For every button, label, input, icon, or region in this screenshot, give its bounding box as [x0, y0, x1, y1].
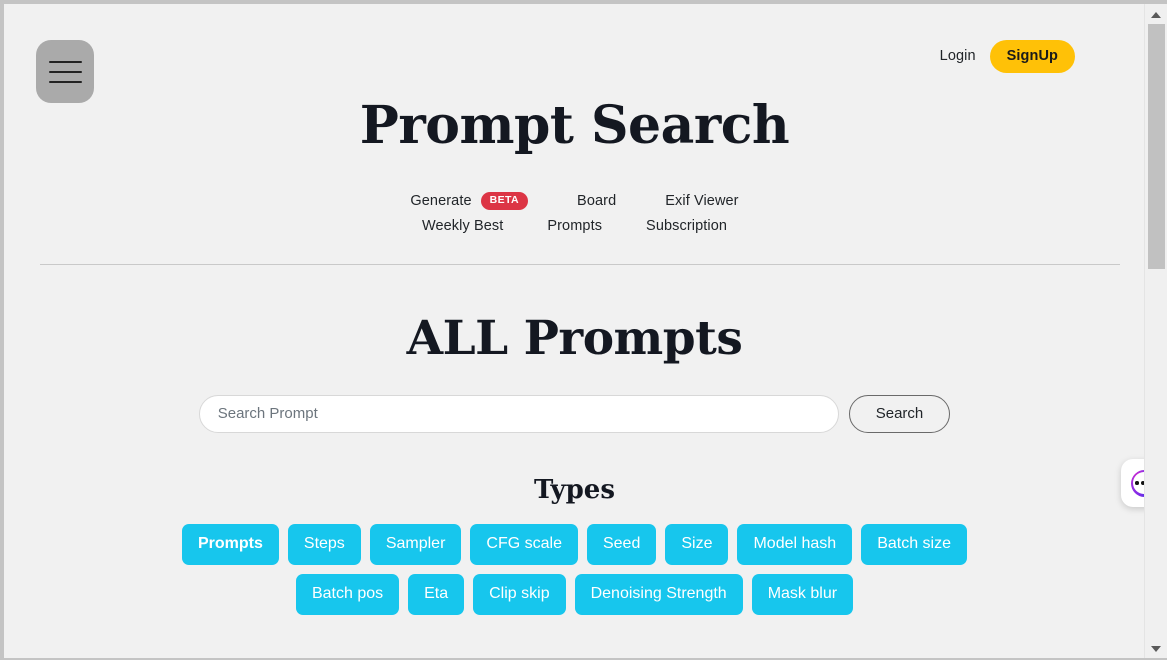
hamburger-icon-bar: [48, 70, 82, 73]
types-heading: Types: [534, 474, 615, 505]
signup-button[interactable]: SignUp: [989, 40, 1075, 73]
type-filter-steps[interactable]: Steps: [287, 523, 361, 565]
scrollbar-thumb[interactable]: [1148, 24, 1165, 269]
scroll-down-arrow-icon[interactable]: [1145, 640, 1167, 658]
type-filter-batch-pos[interactable]: Batch pos: [295, 573, 400, 615]
nav-item-exif-viewer[interactable]: Exif Viewer: [665, 193, 738, 209]
type-filter-seed[interactable]: Seed: [586, 523, 657, 565]
hamburger-icon-bar: [48, 80, 82, 83]
browser-viewport: Login SignUp Prompt Search Generate BETA…: [0, 0, 1167, 660]
nav-item-label: Generate: [410, 192, 472, 209]
hamburger-menu-button[interactable]: [36, 40, 94, 103]
type-filter-clip-skip[interactable]: Clip skip: [473, 573, 566, 615]
nav-row-1: Generate BETA Board Exif Viewer: [410, 192, 739, 210]
type-filter-size[interactable]: Size: [665, 523, 729, 565]
nav-item-subscription[interactable]: Subscription: [646, 218, 727, 234]
site-title: Prompt Search: [359, 95, 790, 156]
nav-item-prompts[interactable]: Prompts: [547, 218, 602, 234]
type-filter-sampler[interactable]: Sampler: [369, 523, 462, 565]
type-filter-list: Prompts Steps Sampler CFG scale Seed Siz…: [145, 523, 1005, 615]
type-filter-prompts[interactable]: Prompts: [181, 523, 279, 565]
main-content: ALL Prompts Search Types Prompts Steps S…: [4, 265, 1145, 615]
login-link[interactable]: Login: [940, 48, 976, 64]
nav-item-weekly-best[interactable]: Weekly Best: [422, 218, 503, 234]
page-content: Login SignUp Prompt Search Generate BETA…: [4, 4, 1145, 658]
type-filter-eta[interactable]: Eta: [408, 573, 465, 615]
scroll-up-arrow-icon[interactable]: [1145, 6, 1167, 24]
type-filter-batch-size[interactable]: Batch size: [861, 523, 967, 565]
primary-nav: Generate BETA Board Exif Viewer Weekly B…: [4, 192, 1145, 234]
hamburger-icon-bar: [48, 60, 82, 63]
nav-item-board[interactable]: Board: [577, 193, 616, 209]
chat-face-eye: [1135, 481, 1139, 485]
type-filter-mask-blur[interactable]: Mask blur: [751, 573, 854, 615]
search-input[interactable]: [198, 394, 839, 433]
type-filter-model-hash[interactable]: Model hash: [737, 523, 853, 565]
vertical-scrollbar[interactable]: [1144, 4, 1167, 658]
nav-row-2: Weekly Best Prompts Subscription: [422, 218, 727, 234]
auth-actions: Login SignUp: [940, 40, 1075, 73]
site-header: Login SignUp: [4, 4, 1145, 104]
search-bar: Search: [4, 394, 1145, 433]
nav-item-generate[interactable]: Generate BETA: [410, 192, 529, 210]
search-button[interactable]: Search: [848, 394, 951, 433]
beta-badge: BETA: [480, 192, 529, 210]
type-filter-cfg-scale[interactable]: CFG scale: [470, 523, 578, 565]
page-title: ALL Prompts: [406, 310, 743, 366]
type-filter-denoising-strength[interactable]: Denoising Strength: [574, 573, 743, 615]
